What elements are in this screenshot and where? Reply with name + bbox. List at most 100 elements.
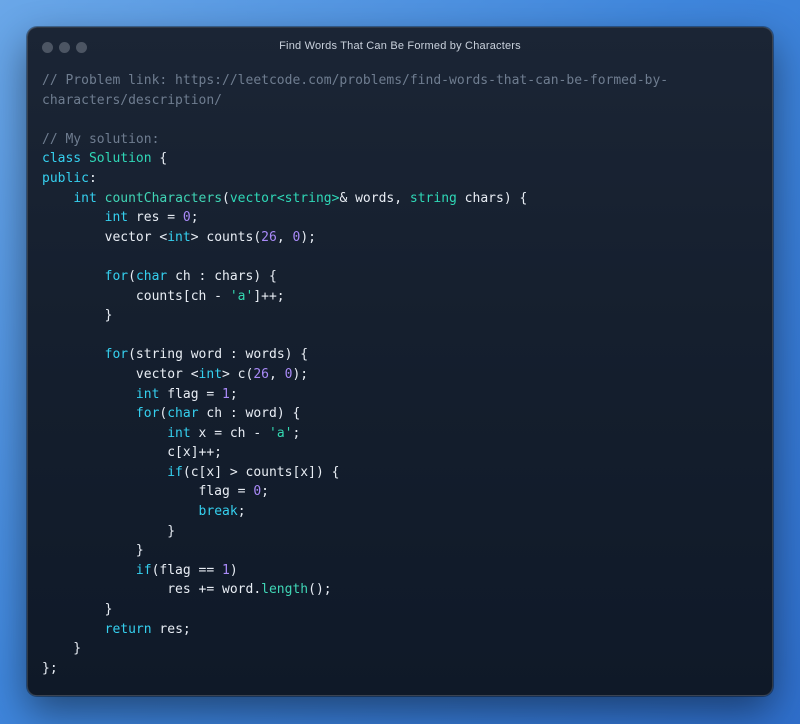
code-line: int res = 0; — [42, 208, 668, 228]
code-token: vector<string> — [229, 190, 340, 206]
code-line: return res; — [42, 620, 668, 640]
code-token: res += word. — [42, 582, 262, 598]
code-token: vector < — [42, 366, 199, 382]
code-line: public: — [42, 169, 668, 189]
code-token: class — [42, 151, 82, 167]
code-line: // My solution: — [42, 130, 668, 150]
code-token: res = — [128, 210, 183, 226]
code-token: } — [42, 523, 176, 539]
code-token: ; — [237, 504, 246, 520]
code-line: class Solution { — [42, 149, 668, 169]
code-token: c[x]++; — [42, 445, 223, 461]
code-token: ( — [128, 268, 136, 284]
code-line: } — [42, 541, 668, 561]
code-token: 'a' — [269, 425, 293, 441]
code-token: } — [42, 308, 113, 324]
code-line: int x = ch - 'a'; — [42, 424, 668, 444]
code-token: 26 — [261, 229, 277, 245]
code-token: counts[ch - — [42, 288, 230, 304]
code-token: 1 — [222, 386, 230, 402]
code-line: counts[ch - 'a']++; — [42, 287, 668, 307]
code-token: flag = — [42, 484, 254, 500]
code-line: flag = 0; — [42, 482, 668, 502]
code-token: 0 — [253, 484, 262, 500]
code-token: length — [261, 582, 309, 598]
code-line: }; — [42, 659, 668, 679]
code-token: Solution — [88, 151, 152, 167]
window-titlebar: Find Words That Can Be Formed by Charact… — [28, 28, 772, 68]
code-token: ch : word) { — [198, 406, 301, 422]
code-token: ( — [222, 190, 230, 206]
code-token: char — [135, 268, 168, 284]
code-token: , — [276, 229, 293, 245]
code-line: res += word.length(); — [42, 580, 668, 600]
code-token: if — [167, 464, 183, 480]
code-token: (string word : words) { — [128, 347, 309, 363]
code-token: }; — [42, 660, 58, 676]
code-token: 26 — [253, 366, 269, 382]
code-token: 'a' — [229, 288, 254, 304]
code-token: (c[x] > counts[x]) { — [182, 464, 340, 480]
code-line: } — [42, 306, 668, 326]
code-token: & words, — [339, 190, 410, 206]
code-token: ; — [292, 425, 301, 441]
code-token: (); — [308, 582, 332, 598]
code-block: // Problem link: https://leetcode.com/pr… — [42, 71, 668, 678]
code-token: // My solution: — [42, 131, 160, 147]
code-token: chars) { — [456, 190, 528, 206]
code-line: for(char ch : chars) { — [42, 267, 668, 287]
code-token: ; — [261, 484, 269, 500]
code-token: ch : chars) { — [167, 268, 277, 284]
code-token: 1 — [222, 562, 230, 578]
code-line: break; — [42, 502, 668, 522]
code-token: : — [88, 170, 97, 186]
code-token: if — [135, 562, 152, 578]
code-line: if(c[x] > counts[x]) { — [42, 463, 668, 483]
code-token: for — [104, 268, 129, 284]
code-token: flag = — [159, 386, 223, 402]
code-line: vector <int> counts(26, 0); — [42, 228, 668, 248]
code-token: } — [42, 641, 82, 657]
code-token: int — [167, 425, 191, 441]
code-token: // Problem link: https://leetcode.com/pr… — [42, 73, 669, 88]
code-line: for(string word : words) { — [42, 345, 668, 365]
code-token: , — [269, 366, 285, 382]
code-token: string — [409, 190, 457, 206]
code-token: x = ch - — [190, 425, 269, 441]
code-token: res; — [151, 621, 191, 637]
code-line: } — [42, 600, 668, 620]
code-token: ); — [292, 366, 309, 382]
code-token: int — [104, 210, 129, 226]
code-token: ) — [229, 562, 238, 578]
code-token: characters/description/ — [42, 92, 223, 108]
code-line: int flag = 1; — [42, 385, 668, 405]
code-line: c[x]++; — [42, 443, 668, 463]
code-token: ; — [229, 386, 238, 402]
code-token: break — [198, 504, 238, 520]
code-token: { — [151, 151, 168, 167]
code-token: int — [135, 386, 160, 402]
code-token: return — [104, 621, 152, 637]
code-line: } — [42, 522, 668, 542]
code-token: ); — [300, 229, 316, 245]
code-token: for — [104, 347, 129, 363]
code-line: vector <int> c(26, 0); — [42, 365, 668, 385]
code-token: countCharacters — [104, 190, 223, 206]
code-line: characters/description/ — [42, 91, 668, 111]
code-token: ; — [190, 210, 199, 226]
code-token: public — [42, 170, 89, 186]
code-token: } — [42, 602, 113, 618]
code-line: int countCharacters(vector<string>& word… — [42, 189, 668, 209]
code-token: (flag == — [151, 562, 223, 578]
